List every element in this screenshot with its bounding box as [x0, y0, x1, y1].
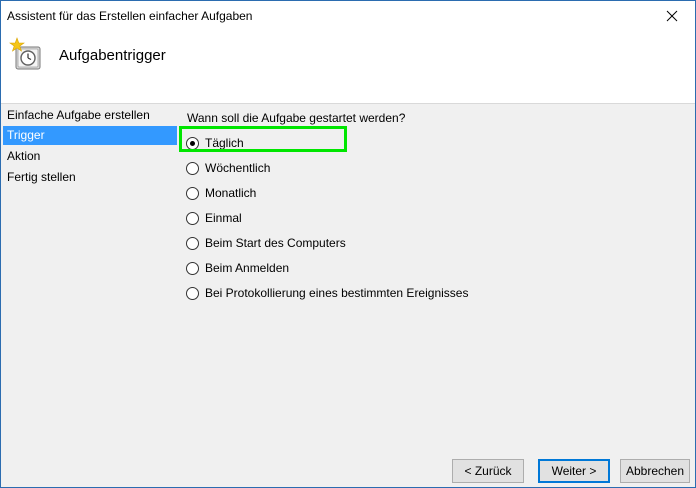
option-taeglich[interactable]: Täglich	[186, 134, 244, 152]
option-beim-start[interactable]: Beim Start des Computers	[186, 234, 346, 252]
next-button[interactable]: Weiter >	[538, 459, 610, 483]
radio-button[interactable]	[186, 286, 199, 300]
option-label: Bei Protokollierung eines bestimmten Ere…	[205, 286, 469, 300]
option-label: Einmal	[205, 211, 242, 225]
trigger-content: Wann soll die Aufgabe gestartet werden? …	[177, 104, 695, 444]
option-einmal[interactable]: Einmal	[186, 209, 242, 227]
step-fertig-stellen[interactable]: Fertig stellen	[3, 168, 177, 187]
close-button[interactable]	[649, 1, 695, 31]
option-monatlich[interactable]: Monatlich	[186, 184, 256, 202]
option-label: Wöchentlich	[205, 161, 271, 175]
radio-button[interactable]	[186, 211, 199, 225]
step-aktion[interactable]: Aktion	[3, 147, 177, 166]
step-einfache-aufgabe-erstellen[interactable]: Einfache Aufgabe erstellen	[3, 106, 177, 125]
option-woechentlich[interactable]: Wöchentlich	[186, 159, 270, 177]
option-beim-anmelden[interactable]: Beim Anmelden	[186, 259, 289, 277]
wizard-steps-sidebar: Einfache Aufgabe erstellen Trigger Aktio…	[1, 104, 177, 444]
radio-button[interactable]	[186, 186, 199, 200]
task-scheduler-icon	[9, 37, 41, 70]
radio-button[interactable]	[186, 261, 199, 275]
cancel-button[interactable]: Abbrechen	[620, 459, 690, 483]
wizard-header: Aufgabentrigger	[1, 31, 695, 104]
option-ereignis[interactable]: Bei Protokollierung eines bestimmten Ere…	[186, 284, 468, 302]
page-title: Aufgabentrigger	[59, 47, 166, 64]
question-label: Wann soll die Aufgabe gestartet werden?	[187, 111, 406, 125]
radio-button[interactable]	[186, 136, 199, 150]
option-label: Beim Start des Computers	[205, 236, 346, 250]
close-icon	[666, 10, 678, 22]
radio-button[interactable]	[186, 161, 199, 175]
step-trigger[interactable]: Trigger	[3, 126, 177, 145]
option-label: Täglich	[205, 136, 244, 150]
window-title: Assistent für das Erstellen einfacher Au…	[7, 9, 253, 23]
radio-button[interactable]	[186, 236, 199, 250]
back-button[interactable]: < Zurück	[452, 459, 524, 483]
title-bar: Assistent für das Erstellen einfacher Au…	[1, 1, 695, 31]
option-label: Beim Anmelden	[205, 261, 290, 275]
option-label: Monatlich	[205, 186, 257, 200]
wizard-window: Assistent für das Erstellen einfacher Au…	[0, 0, 696, 488]
